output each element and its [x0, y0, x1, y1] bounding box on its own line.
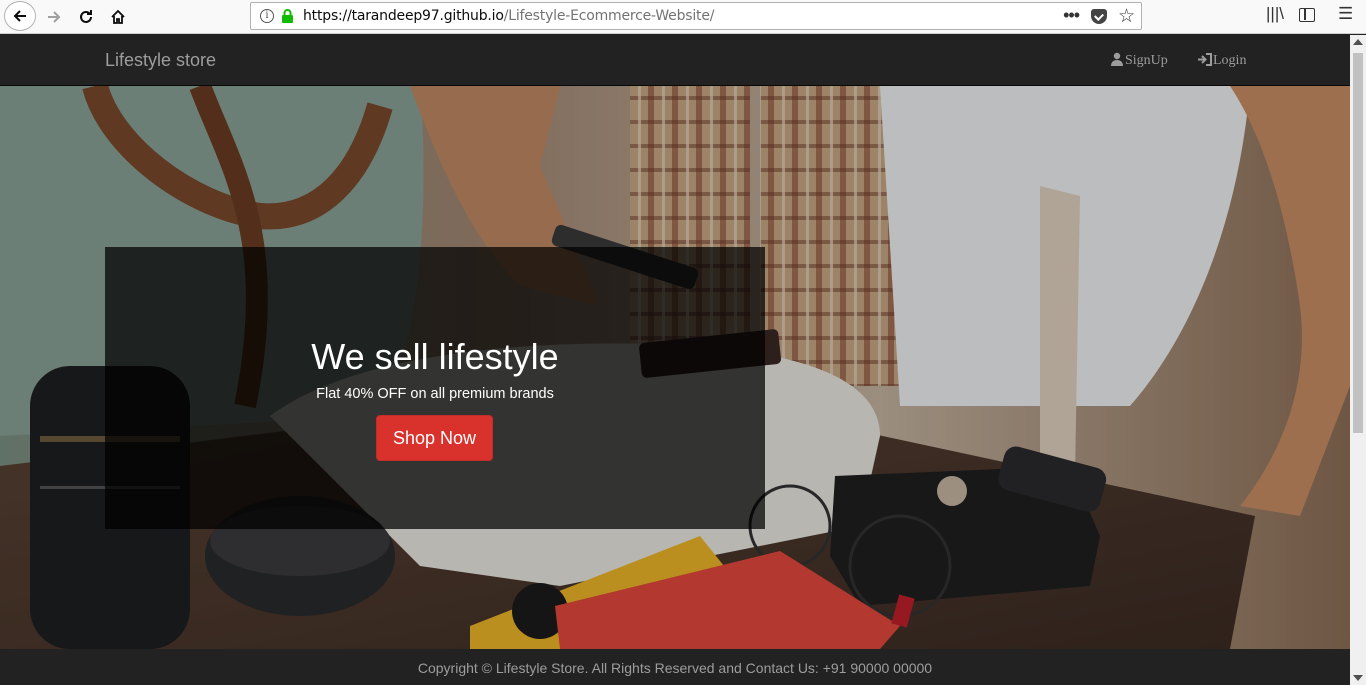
pocket-icon[interactable]	[1091, 9, 1107, 24]
library-icon[interactable]: |||\	[1266, 4, 1284, 24]
lock-icon	[282, 9, 293, 23]
browser-toolbar: i https://tarandeep97.github.io/Lifestyl…	[0, 0, 1366, 34]
back-button[interactable]	[4, 1, 36, 31]
login-link[interactable]: Login	[1197, 52, 1247, 69]
user-icon	[1111, 52, 1123, 66]
bookmark-star-icon[interactable]: ☆	[1118, 5, 1135, 28]
url-text[interactable]: https://tarandeep97.github.io/Lifestyle-…	[303, 8, 714, 24]
sidebar-icon[interactable]	[1299, 8, 1315, 22]
arrow-left-icon	[13, 10, 26, 22]
home-button[interactable]	[104, 3, 132, 31]
brand-link[interactable]: Lifestyle store	[105, 50, 216, 71]
scroll-up-arrow-icon[interactable]	[1353, 39, 1363, 45]
log-in-icon	[1198, 52, 1212, 66]
shop-now-button[interactable]: Shop Now	[376, 415, 493, 461]
url-path: /Lifestyle-Ecommerce-Website/	[503, 8, 715, 24]
hero-section: We sell lifestyle Flat 40% OFF on all pr…	[0, 86, 1350, 649]
hero-subtitle: Flat 40% OFF on all premium brands	[316, 386, 554, 402]
home-icon	[111, 9, 125, 24]
login-label: Login	[1213, 53, 1247, 68]
signup-label: SignUp	[1125, 53, 1168, 68]
page-actions-icon[interactable]: •••	[1063, 5, 1080, 26]
site-footer: Copyright © Lifestyle Store. All Rights …	[0, 649, 1350, 685]
arrow-right-icon	[48, 11, 61, 23]
reload-icon	[80, 10, 92, 23]
site-navbar: Lifestyle store SignUp Login	[0, 35, 1350, 86]
hero-banner: We sell lifestyle Flat 40% OFF on all pr…	[105, 247, 765, 529]
page-viewport: Lifestyle store SignUp Login We sell lif…	[0, 35, 1350, 685]
url-host: https://tarandeep97.github.io	[303, 8, 504, 24]
info-icon[interactable]: i	[260, 9, 274, 23]
scroll-down-arrow-icon[interactable]	[1353, 675, 1363, 681]
hamburger-menu-icon[interactable]: ☰	[1338, 4, 1353, 24]
forward-button[interactable]	[40, 3, 68, 31]
scrollbar-thumb[interactable]	[1353, 53, 1363, 433]
footer-text: Copyright © Lifestyle Store. All Rights …	[417, 660, 933, 676]
hero-title: We sell lifestyle	[311, 336, 559, 377]
reload-button[interactable]	[72, 3, 100, 31]
address-bar[interactable]: i https://tarandeep97.github.io/Lifestyl…	[250, 2, 1142, 30]
vertical-scrollbar[interactable]	[1350, 35, 1366, 685]
signup-link[interactable]: SignUp	[1110, 52, 1168, 69]
